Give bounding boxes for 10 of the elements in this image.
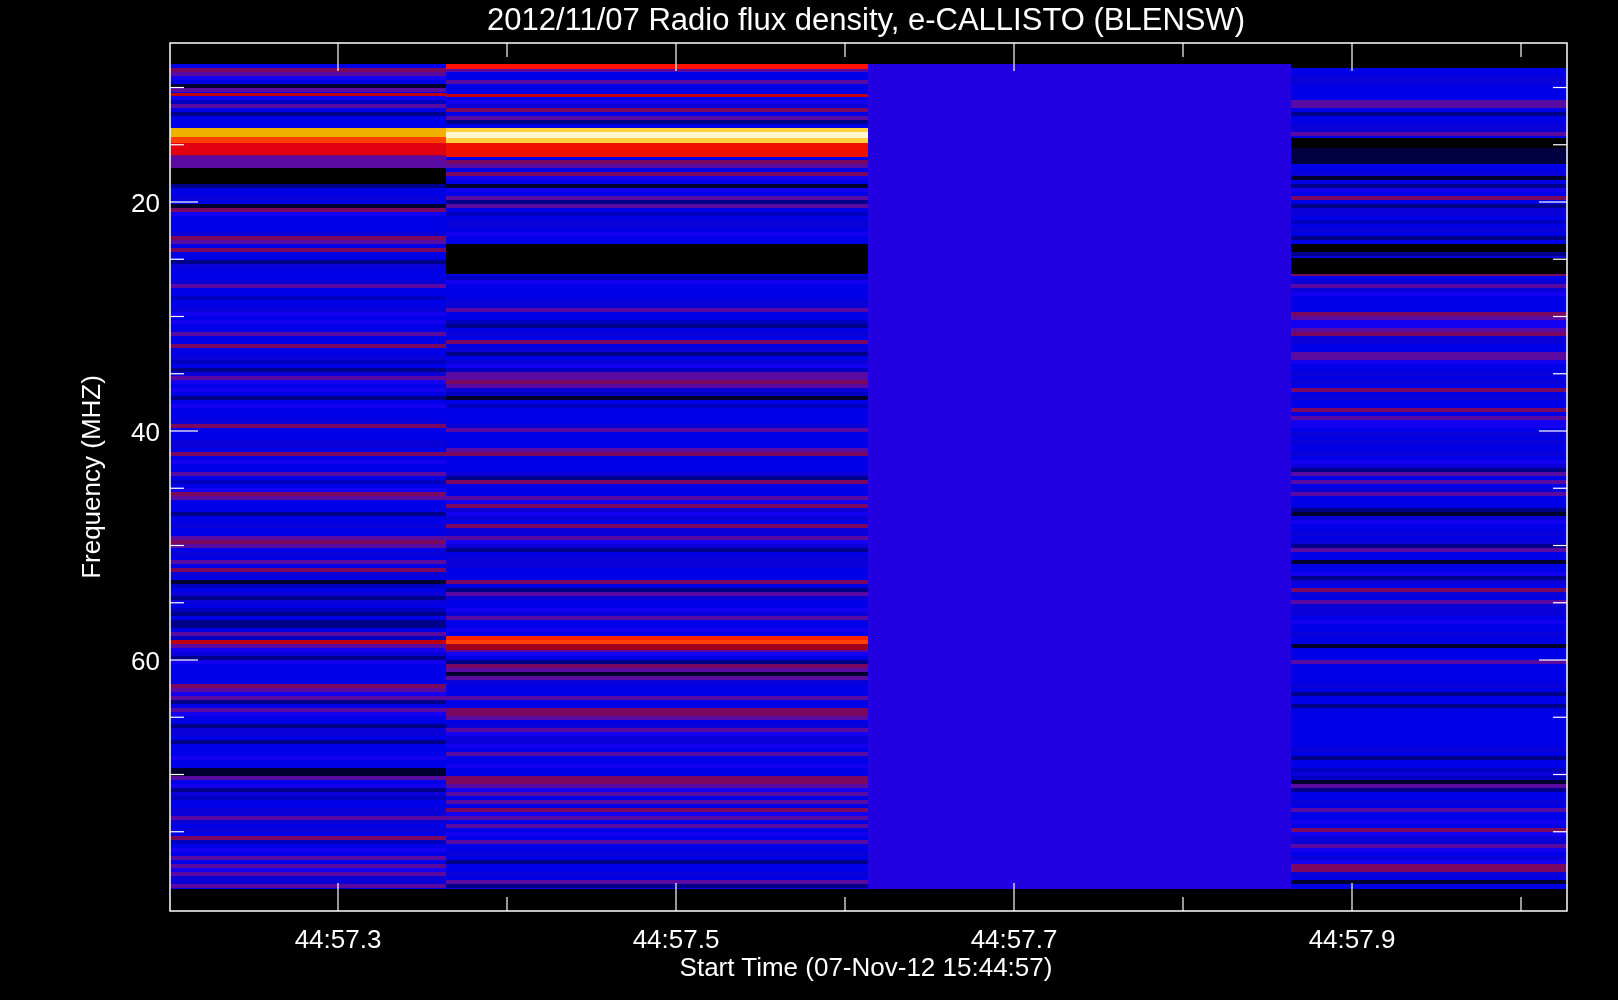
y-axis-title: Frequency (MHZ) xyxy=(76,375,106,579)
y-tick-label: 20 xyxy=(131,188,160,218)
y-tick-label: 60 xyxy=(131,646,160,676)
x-tick-label: 44:57.3 xyxy=(294,924,382,954)
y-tick-label: 40 xyxy=(131,417,160,447)
x-tick-label: 44:57.9 xyxy=(1308,924,1396,954)
x-tick-label: 44:57.5 xyxy=(632,924,720,954)
x-tick-label: 44:57.7 xyxy=(970,924,1058,954)
x-axis-title: Start Time (07-Nov-12 15:44:57) xyxy=(679,952,1053,982)
chart-title: 2012/11/07 Radio flux density, e-CALLISTO (BLENSW) xyxy=(486,2,1246,37)
